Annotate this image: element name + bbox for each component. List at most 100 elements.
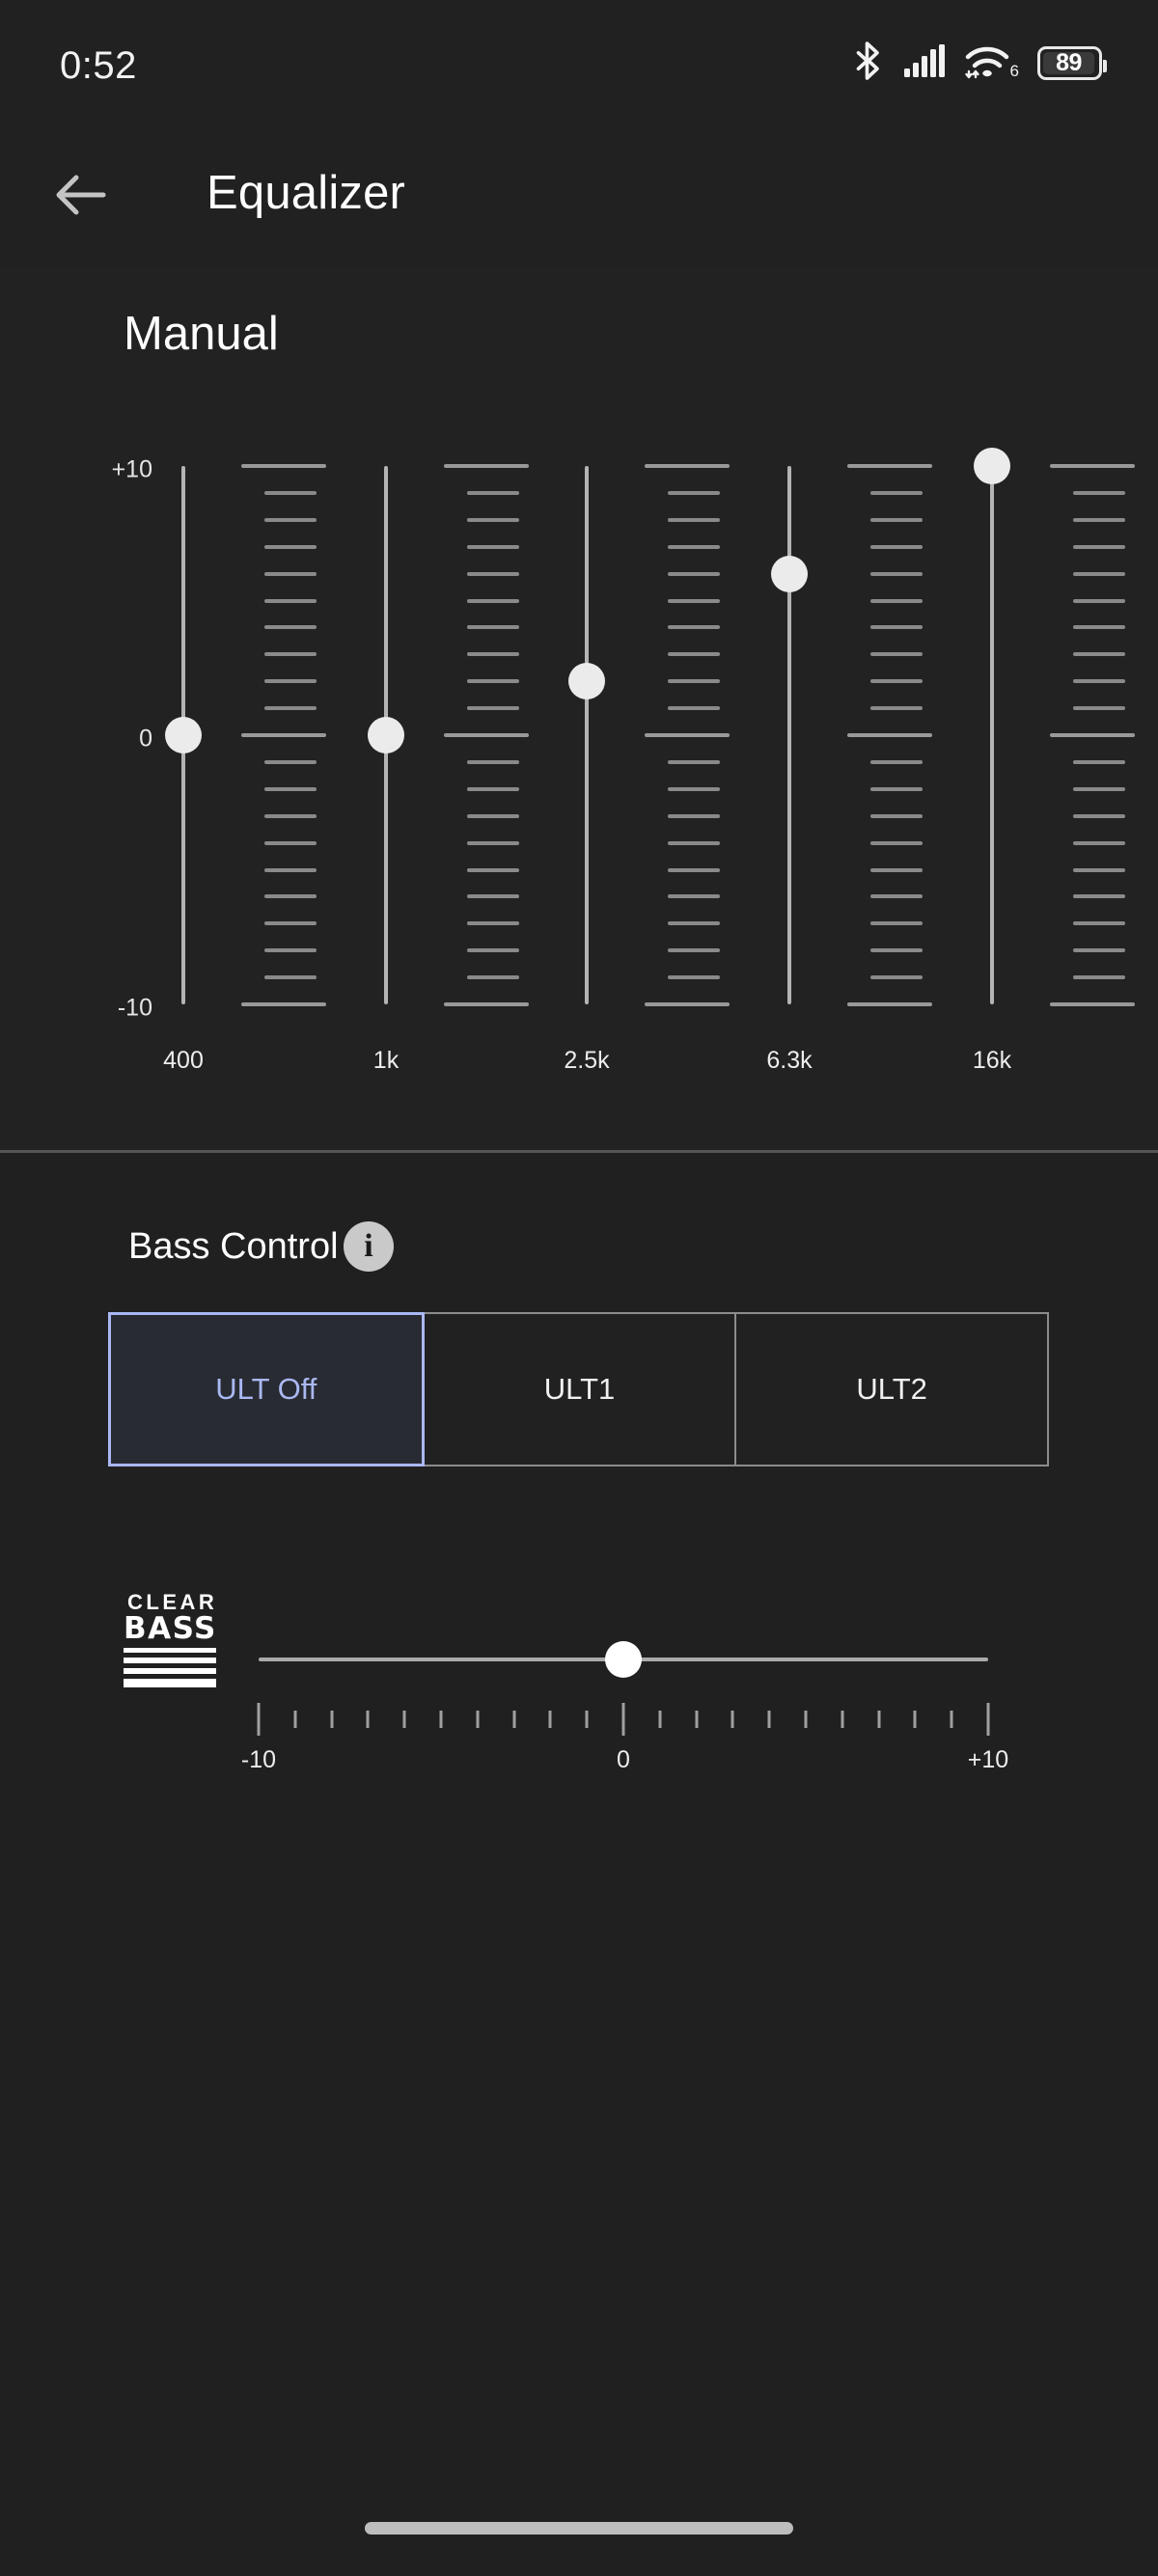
eq-tick-minor	[870, 544, 923, 549]
eq-tick-minor	[1073, 840, 1125, 845]
eq-band-slider-2.5k[interactable]	[568, 441, 605, 1020]
clear-bass-tick-minor	[330, 1711, 334, 1728]
eq-tick-minor	[467, 975, 519, 980]
eq-tick-minor	[467, 894, 519, 899]
eq-tick-minor	[668, 706, 720, 711]
clear-bass-logo-line2: BASS	[124, 1611, 217, 1646]
eq-tick-minor	[467, 571, 519, 576]
eq-tick-minor	[1073, 948, 1125, 953]
clear-bass-scale-mid: 0	[617, 1746, 630, 1773]
eq-band-slider-400[interactable]	[165, 441, 202, 1020]
eq-tick-major	[444, 464, 529, 468]
eq-band-track[interactable]	[585, 466, 589, 1004]
eq-tick-minor	[264, 571, 317, 576]
clear-bass-logo: CLEAR BASS	[124, 1592, 216, 1687]
eq-tick-minor	[1073, 625, 1125, 630]
clear-bass-scale-max: +10	[967, 1746, 1009, 1773]
ult-option-ult2[interactable]: ULT2	[734, 1312, 1050, 1466]
eq-band-handle[interactable]	[165, 717, 202, 754]
wifi-icon: 6	[964, 45, 1019, 80]
eq-tick-minor	[264, 840, 317, 845]
eq-band-track[interactable]	[990, 466, 994, 1004]
clear-bass-logo-bars	[124, 1647, 216, 1687]
ult-option-ult1[interactable]: ULT1	[422, 1312, 737, 1466]
clear-bass-tick-minor	[950, 1711, 953, 1728]
clear-bass-tick-minor	[804, 1711, 808, 1728]
eq-tick-minor	[870, 948, 923, 953]
clear-bass-tick-minor	[767, 1711, 771, 1728]
clear-bass-slider-handle[interactable]	[605, 1641, 642, 1678]
bluetooth-icon	[851, 41, 886, 86]
eq-tick-minor	[467, 948, 519, 953]
clear-bass-tick-major	[257, 1703, 261, 1736]
eq-band-tick-scale	[1050, 464, 1135, 1006]
eq-tick-minor	[467, 679, 519, 684]
eq-band-slider-1k[interactable]	[368, 441, 404, 1020]
eq-tick-minor	[668, 571, 720, 576]
app-bar: Equalizer	[0, 121, 1158, 267]
eq-tick-minor	[1073, 975, 1125, 980]
eq-tick-minor	[668, 786, 720, 791]
eq-tick-minor	[1073, 652, 1125, 657]
eq-tick-minor	[870, 921, 923, 926]
clear-bass-tick-major	[621, 1703, 625, 1736]
status-icon-tray: 6 89	[851, 41, 1107, 86]
eq-tick-minor	[870, 679, 923, 684]
eq-band-track[interactable]	[787, 466, 791, 1004]
eq-band-handle[interactable]	[771, 555, 808, 592]
eq-tick-major	[241, 464, 326, 468]
eq-tick-minor	[668, 948, 720, 953]
bass-control-section: Bass Control i ULT Off ULT1 ULT2 CLEAR BAS…	[0, 1153, 1158, 2576]
eq-frequency-label-6.3k: 6.3k	[766, 1047, 813, 1074]
eq-tick-minor	[870, 571, 923, 576]
eq-band-handle[interactable]	[368, 717, 404, 754]
battery-level-label: 89	[1056, 48, 1082, 76]
eq-tick-minor	[668, 921, 720, 926]
eq-band-slider-6.3k[interactable]	[771, 441, 808, 1020]
eq-tick-minor	[264, 679, 317, 684]
clear-bass-tick-minor	[548, 1711, 552, 1728]
eq-band-tick-scale	[444, 464, 529, 1006]
back-arrow-icon[interactable]	[50, 165, 110, 225]
eq-graph-area: +10 0 -10 400 1k 2.5k 6.3k 16k	[0, 441, 1158, 1074]
eq-tick-minor	[870, 490, 923, 495]
eq-tick-minor	[668, 598, 720, 603]
eq-axis-labels: +10 0 -10	[77, 441, 152, 1022]
eq-tick-minor	[1073, 894, 1125, 899]
eq-tick-minor	[264, 786, 317, 791]
eq-tick-minor	[668, 813, 720, 818]
info-icon[interactable]: i	[344, 1221, 394, 1272]
eq-tick-minor	[870, 759, 923, 764]
eq-tick-minor	[467, 517, 519, 522]
eq-tick-minor	[1073, 813, 1125, 818]
eq-tick-major	[645, 1002, 730, 1006]
eq-tick-minor	[1073, 598, 1125, 603]
eq-tick-minor	[668, 867, 720, 872]
clear-bass-tick-minor	[439, 1711, 443, 1728]
eq-band-handle[interactable]	[568, 663, 605, 700]
eq-tick-minor	[668, 490, 720, 495]
clear-bass-tick-major	[986, 1703, 990, 1736]
ult-option-ult-off[interactable]: ULT Off	[108, 1312, 425, 1466]
clear-bass-slider[interactable]	[259, 1640, 988, 1679]
eq-tick-major	[645, 464, 730, 468]
eq-tick-minor	[870, 867, 923, 872]
eq-band-handle[interactable]	[974, 448, 1010, 484]
eq-tick-minor	[870, 813, 923, 818]
eq-tick-minor	[264, 921, 317, 926]
eq-tick-minor	[264, 975, 317, 980]
eq-tick-minor	[264, 867, 317, 872]
clear-bass-tick-minor	[366, 1711, 370, 1728]
home-gesture-pill[interactable]	[365, 2522, 793, 2535]
eq-tick-minor	[870, 894, 923, 899]
eq-tick-minor	[1073, 517, 1125, 522]
eq-tick-minor	[264, 652, 317, 657]
eq-band-slider-16k[interactable]	[974, 441, 1010, 1020]
eq-tick-minor	[467, 786, 519, 791]
eq-tick-major	[1050, 464, 1135, 468]
eq-tick-minor	[467, 759, 519, 764]
status-bar: 0:52 6 89	[0, 0, 1158, 121]
eq-tick-minor	[1073, 490, 1125, 495]
eq-tick-minor	[1073, 544, 1125, 549]
eq-tick-minor	[870, 840, 923, 845]
